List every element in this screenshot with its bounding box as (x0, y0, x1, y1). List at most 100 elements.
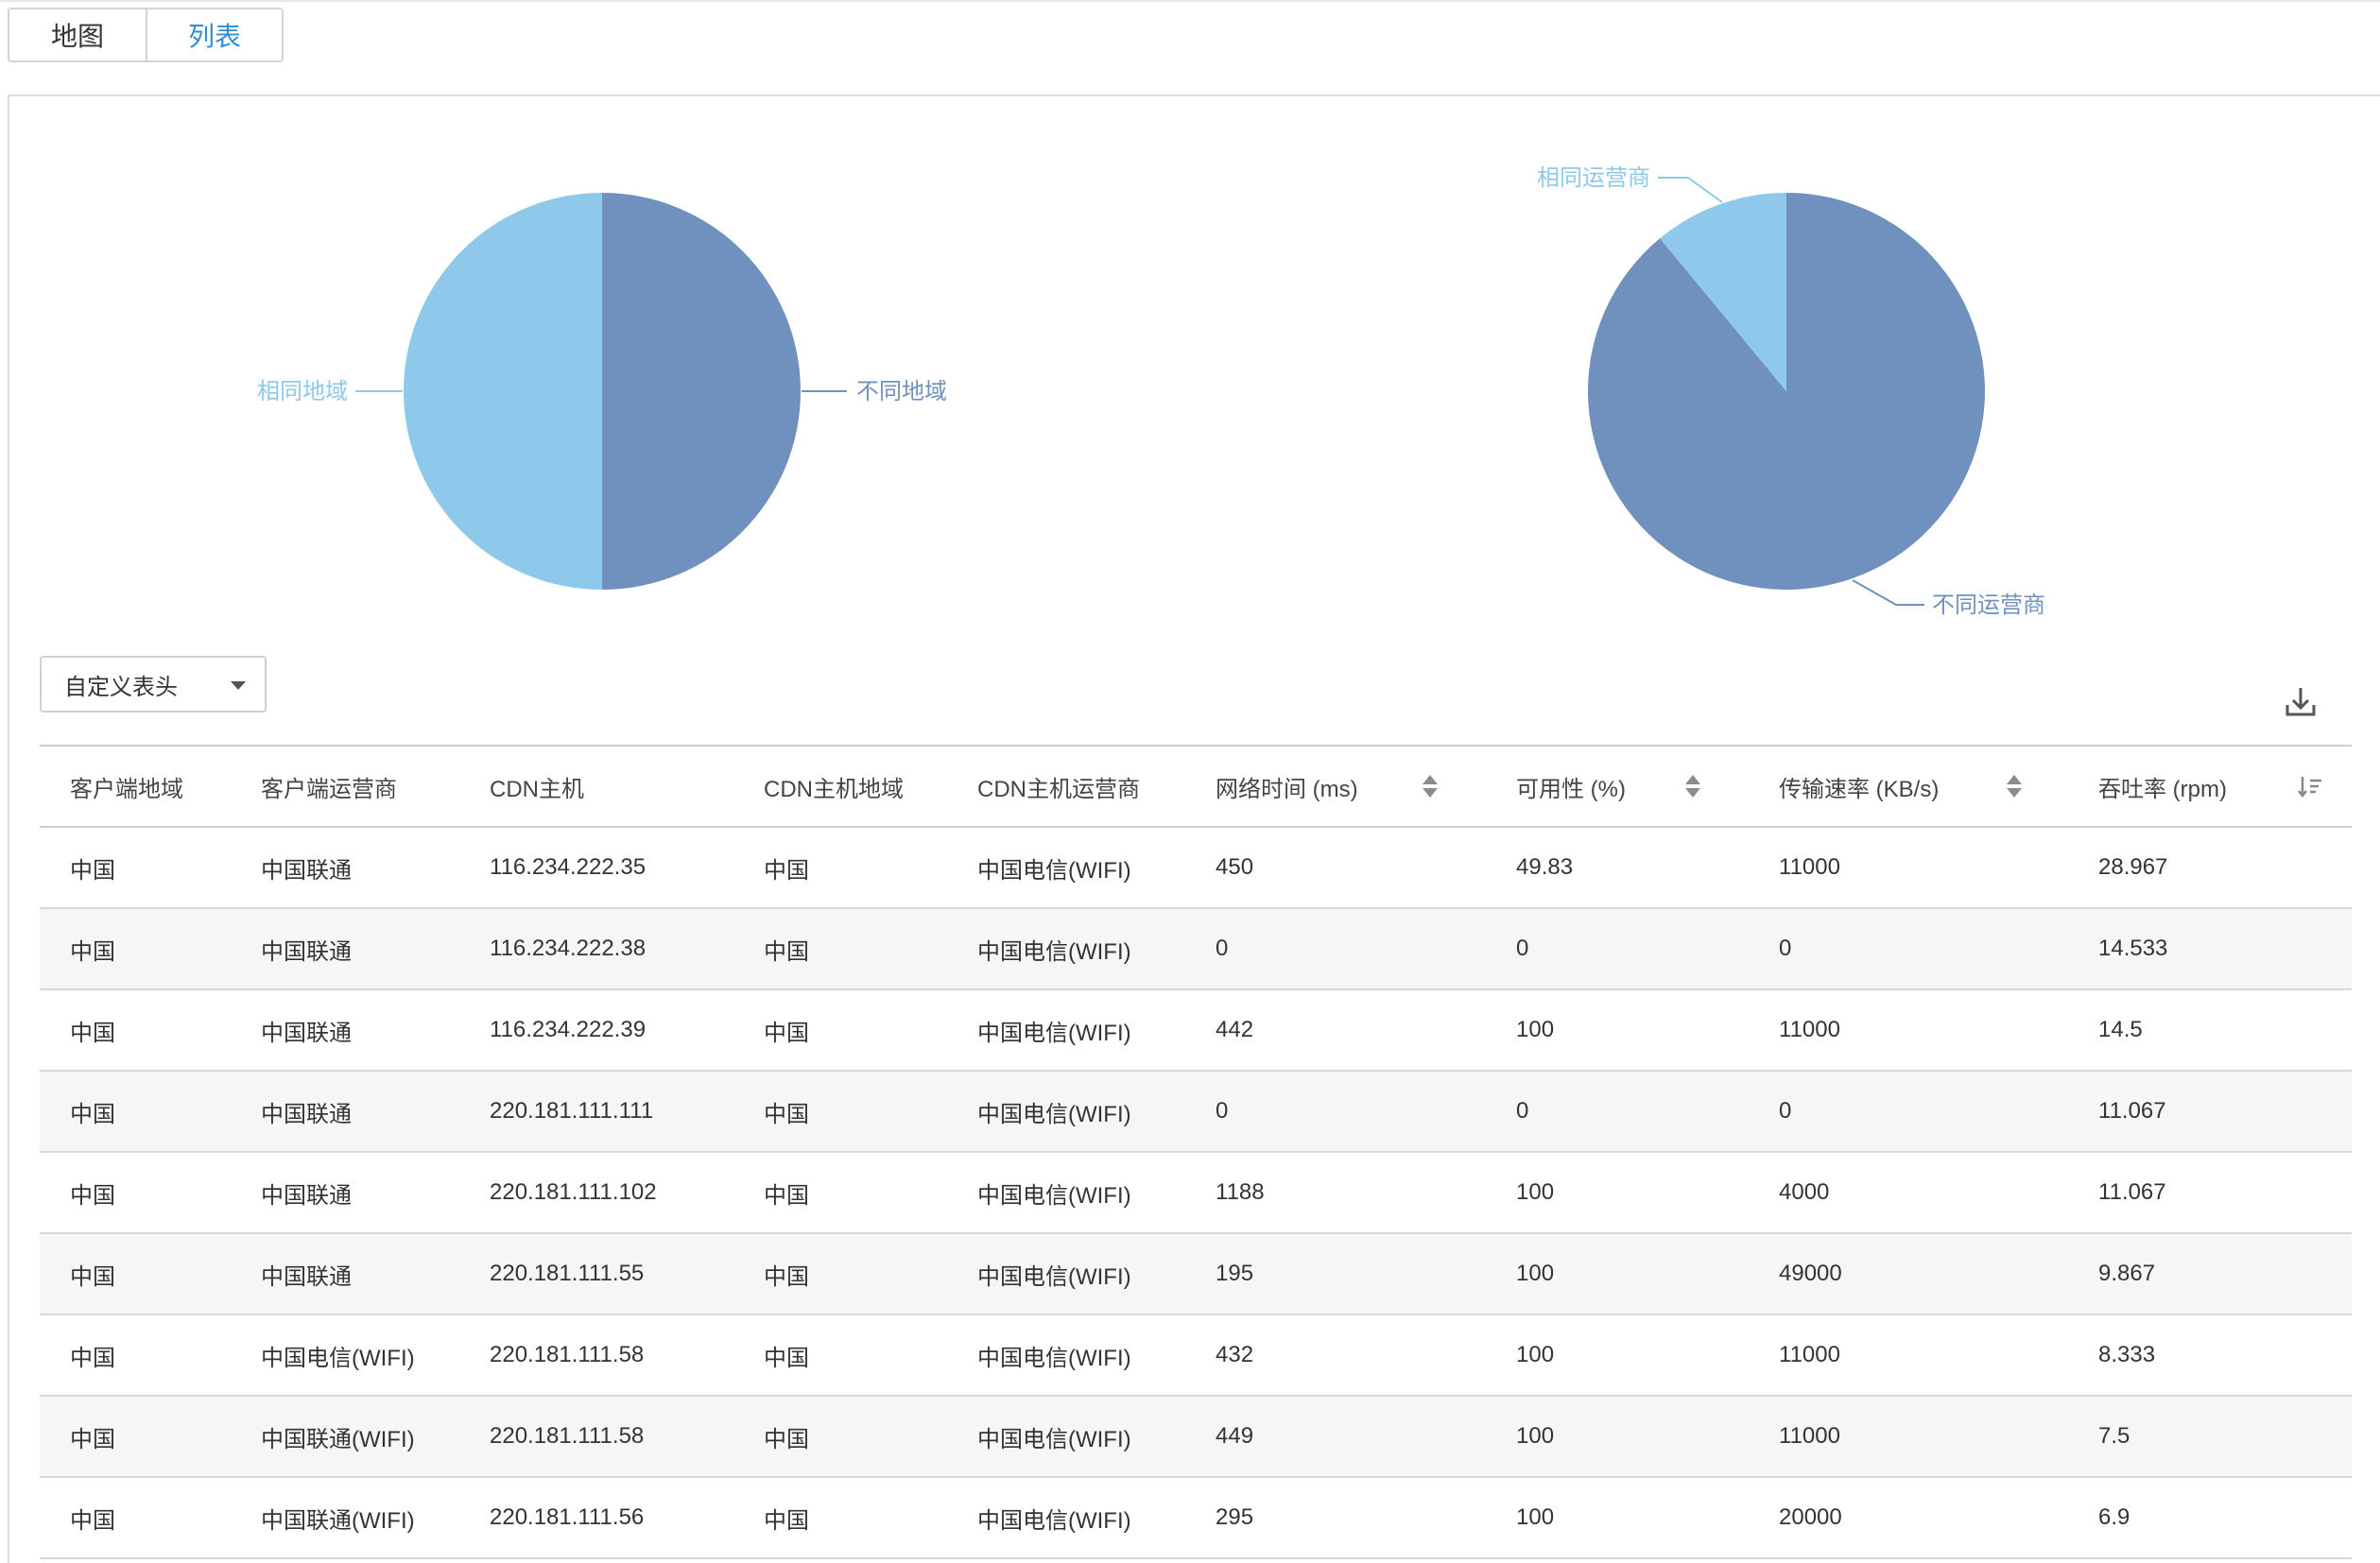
table-cell: 11000 (1779, 1423, 1840, 1449)
table-cell: 中国电信(WIFI) (977, 1507, 1131, 1534)
pie-slice-label: 不同运营商 (1932, 593, 2045, 618)
pie-slice[interactable] (404, 193, 602, 590)
table-cell: 100 (1516, 1504, 1555, 1530)
table-cell: 11.067 (2098, 1098, 2166, 1124)
column-header: 客户端地域 (70, 776, 183, 802)
pie-slice[interactable] (602, 193, 801, 590)
table-cell: 中国联通 (261, 1182, 352, 1209)
table-cell: 中国 (70, 1507, 115, 1534)
column-header: 客户端运营商 (261, 776, 397, 802)
table-cell: 中国 (764, 1182, 809, 1209)
table-cell: 14.5 (2098, 1017, 2143, 1042)
table-cell: 100 (1516, 1179, 1555, 1205)
table-cell: 中国电信(WIFI) (977, 938, 1131, 965)
table-cell: 442 (1216, 1017, 1254, 1042)
table-cell: 100 (1516, 1423, 1555, 1449)
table-cell: 116.234.222.39 (490, 1017, 647, 1042)
table-cell: 4000 (1779, 1179, 1830, 1205)
sort-icon[interactable] (1422, 775, 1439, 801)
table-cell: 220.181.111.56 (490, 1504, 645, 1530)
tab-list[interactable]: 列表 (146, 9, 282, 60)
pie-charts: 不同地域 相同地域 不同运营商 相同运营商 (9, 96, 2380, 644)
table-cell: 49.83 (1516, 854, 1574, 880)
table-cell: 中国 (764, 1101, 809, 1127)
table-cell: 中国 (764, 1345, 809, 1371)
table-row[interactable]: 中国 中国联通 116.234.222.39 中国 中国电信(WIFI) 442 100 11… (40, 990, 2352, 1072)
table-cell: 100 (1516, 1342, 1555, 1367)
table-cell: 11.067 (2098, 1179, 2166, 1205)
table-cell: 中国 (70, 1426, 115, 1452)
table-cell: 中国 (70, 1020, 115, 1046)
table-cell: 220.181.111.58 (490, 1423, 645, 1449)
pie-label-line (1852, 579, 1924, 606)
table-cell: 0 (1516, 936, 1529, 961)
table-cell: 195 (1216, 1261, 1254, 1286)
column-header: CDN主机运营商 (977, 776, 1140, 802)
table-cell: 295 (1216, 1504, 1254, 1530)
table-cell: 中国电信(WIFI) (977, 1426, 1131, 1452)
table-cell: 1188 (1216, 1179, 1265, 1205)
table-row[interactable]: 中国 中国联通 220.181.111.55 中国 中国电信(WIFI) 195 100 49… (40, 1234, 2352, 1315)
table-row[interactable]: 中国 中国电信(WIFI) 220.181.111.58 中国 中国电信(WIFI) 43… (40, 1315, 2352, 1397)
table-cell: 中国 (764, 1426, 809, 1452)
column-header: CDN主机地域 (764, 776, 904, 802)
table-row[interactable]: 中国 中国联通 220.181.111.102 中国 中国电信(WIFI) 1188 100… (40, 1153, 2352, 1234)
table-cell: 0 (1216, 936, 1229, 961)
table-cell: 中国联通 (261, 1020, 352, 1046)
table-cell: 中国联通 (261, 1101, 352, 1127)
table-cell: 0 (1516, 1098, 1529, 1124)
table-cell: 中国电信(WIFI) (261, 1345, 415, 1371)
data-table: 客户端地域 客户端运营商 CDN主机 CDN主机地域 CDN主机运营商 网络时间… (40, 745, 2352, 1559)
column-header: 吞吐率 (rpm) (2098, 776, 2227, 802)
table-cell: 中国电信(WIFI) (977, 857, 1131, 884)
table-cell: 中国电信(WIFI) (977, 1101, 1131, 1127)
pie-label-line (1658, 177, 1723, 203)
sort-icon[interactable] (1684, 775, 1701, 801)
table-cell: 中国 (70, 1263, 115, 1290)
table-row[interactable]: 中国 中国联通 116.234.222.38 中国 中国电信(WIFI) 0 0 0 14.53… (40, 909, 2352, 990)
table-row[interactable]: 中国 中国联通(WIFI) 220.181.111.58 中国 中国电信(WIFI) 44… (40, 1397, 2352, 1478)
table-cell: 中国 (70, 857, 115, 884)
top-border (0, 0, 2380, 2)
table-cell: 100 (1516, 1261, 1555, 1286)
table-cell: 中国 (764, 938, 809, 965)
table-cell: 220.181.111.111 (490, 1098, 654, 1124)
table-cell: 6.9 (2098, 1504, 2130, 1530)
table-cell: 220.181.111.102 (490, 1179, 657, 1205)
pie-charts-svg: 不同地域 相同地域不同运营商 相同运营商 (257, 165, 2045, 618)
table-cell: 中国 (764, 1263, 809, 1290)
table-cell: 中国 (764, 1020, 809, 1046)
table-row[interactable]: 中国 中国联通(WIFI) 220.181.111.56 中国 中国电信(WIFI) 29… (40, 1478, 2352, 1559)
table-cell: 100 (1516, 1017, 1555, 1042)
table-cell: 中国 (764, 1507, 809, 1534)
pie-slice-label: 相同运营商 (1537, 165, 1650, 191)
table-body: 中国 中国联通 116.234.222.35 中国 中国电信(WIFI) 450 49.83… (40, 828, 2352, 1559)
table-cell: 0 (1779, 1098, 1792, 1124)
table-cell: 中国联通(WIFI) (261, 1507, 415, 1534)
table-row[interactable]: 中国 中国联通 220.181.111.111 中国 中国电信(WIFI) 0 0 0 11.0… (40, 1072, 2352, 1153)
table-cell: 0 (1779, 936, 1792, 961)
table-cell: 中国 (70, 1101, 115, 1127)
table-cell: 220.181.111.55 (490, 1261, 645, 1286)
table-cell: 中国联通 (261, 938, 352, 965)
table-cell: 49000 (1779, 1261, 1842, 1286)
column-header: 可用性 (%) (1516, 776, 1626, 802)
table-cell: 8.333 (2098, 1342, 2156, 1367)
custom-header-dropdown[interactable]: 自定义表头 (40, 656, 267, 713)
chevron-down-icon (231, 681, 246, 690)
table-cell: 中国电信(WIFI) (977, 1182, 1131, 1209)
table-cell: 449 (1216, 1423, 1254, 1449)
table-row[interactable]: 中国 中国联通 116.234.222.35 中国 中国电信(WIFI) 450 49.83… (40, 828, 2352, 909)
table-cell: 432 (1216, 1342, 1254, 1367)
table-cell: 11000 (1779, 1017, 1840, 1042)
table-cell: 中国电信(WIFI) (977, 1020, 1131, 1046)
sort-icon[interactable] (2006, 775, 2023, 801)
tab-map[interactable]: 地图 (9, 9, 146, 60)
sort-descending-icon[interactable] (2297, 773, 2325, 801)
table-cell: 7.5 (2098, 1423, 2130, 1449)
download-icon[interactable] (2282, 682, 2320, 720)
table-header-row: 客户端地域 客户端运营商 CDN主机 CDN主机地域 CDN主机运营商 网络时间… (40, 747, 2352, 828)
table-cell: 中国联通 (261, 1263, 352, 1290)
table-cell: 450 (1216, 854, 1254, 880)
table-cell: 中国电信(WIFI) (977, 1345, 1131, 1371)
